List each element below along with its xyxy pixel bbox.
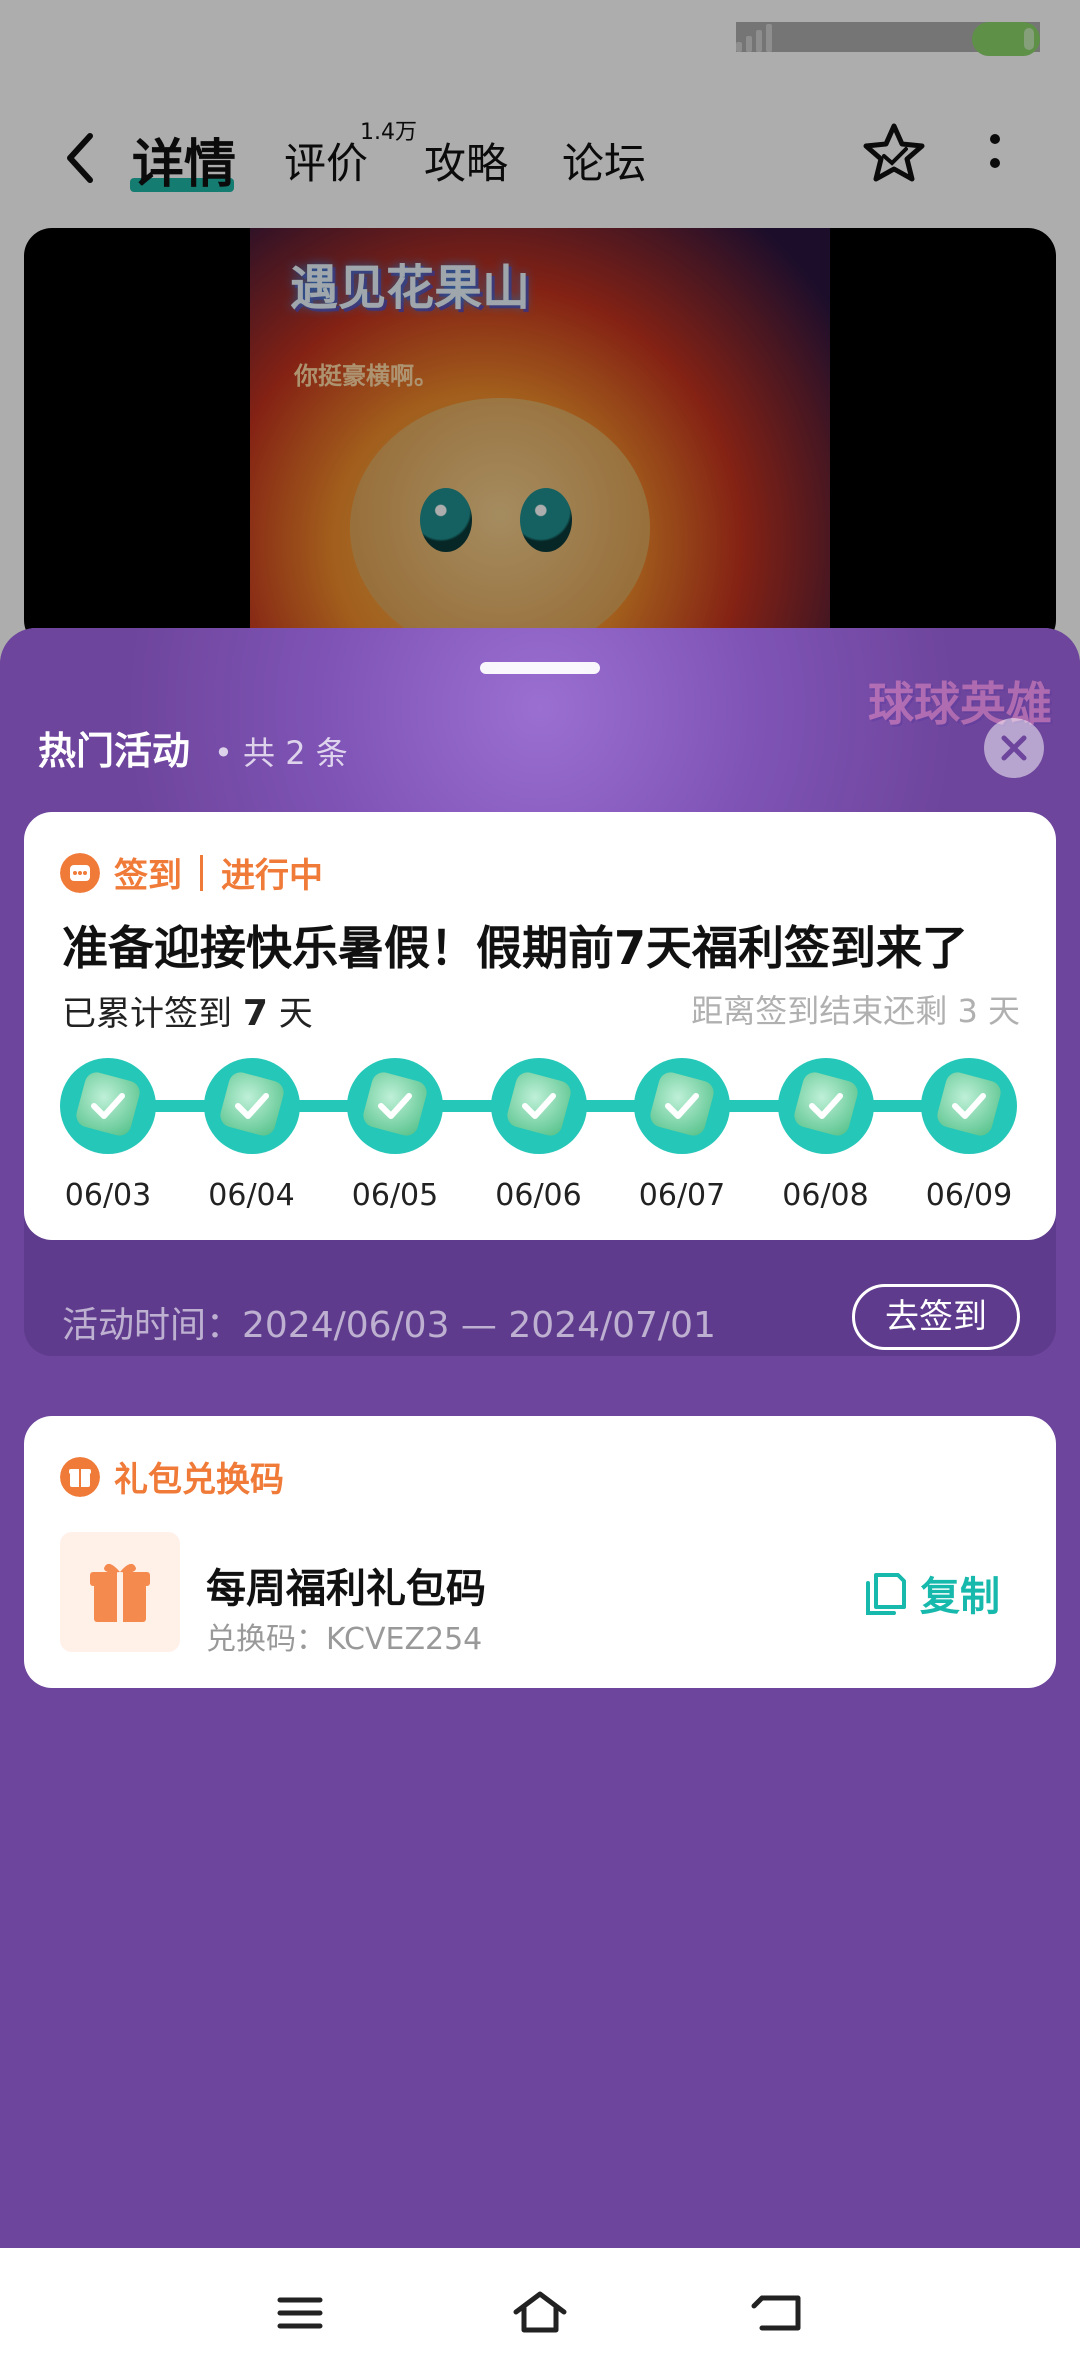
system-nav-bar	[0, 2248, 1080, 2376]
checkin-day-date: 06/05	[351, 1178, 439, 1213]
sheet-count: • 共 2 条	[214, 734, 348, 772]
gift-code: 兑换码：KCVEZ254	[206, 1622, 483, 1657]
checkin-day: 06/06	[490, 1058, 587, 1213]
activities-sheet: 球球英雄 热门活动 • 共 2 条 活动时间：2024/06/03 — 2024…	[0, 628, 1080, 2248]
review-count-badge: 1.4万	[360, 120, 417, 145]
activity-time: 活动时间：2024/06/03 — 2024/07/01	[62, 1305, 716, 1346]
checkin-tag-icon	[60, 852, 100, 893]
checkmark-icon	[952, 1093, 986, 1119]
checkmark-icon	[378, 1093, 412, 1119]
gift-tag-icon	[60, 1456, 100, 1497]
checkin-day-reward-icon	[60, 1058, 156, 1154]
progress-days: 7	[242, 993, 268, 1034]
checkmark-icon	[808, 1093, 843, 1119]
video-caption: 你挺豪横啊。	[294, 362, 438, 390]
copy-label: 复制	[920, 1574, 1000, 1620]
tab-guides[interactable]: 攻略	[424, 130, 508, 191]
status-icons: HD 4G	[735, 22, 1040, 56]
checkin-day-reward-icon	[921, 1058, 1017, 1154]
checkmark-icon	[521, 1093, 556, 1119]
checkin-day-date: 06/04	[208, 1178, 295, 1213]
checkin-day-reward-icon	[777, 1058, 874, 1154]
favorite-star-icon[interactable]	[860, 120, 928, 188]
gift-code-card: 礼包兑换码 每周福利礼包码 兑换码：KCVEZ254 复制	[24, 1416, 1056, 1688]
checkin-day-date: 06/09	[925, 1178, 1013, 1213]
checkin-day: 06/05	[347, 1058, 443, 1213]
checkin-day: 06/04	[203, 1058, 300, 1213]
progress-prefix: 已累计签到	[62, 994, 232, 1034]
status-bar: 14:45 HD 4G	[0, 0, 1080, 84]
checkin-progress: 已累计签到 7 天	[62, 986, 313, 1035]
sheet-title: 热门活动	[38, 729, 191, 773]
home-icon[interactable]	[510, 2288, 570, 2338]
checkin-day-reward-icon	[347, 1058, 443, 1154]
progress-suffix: 天	[278, 994, 313, 1034]
checkin-day-reward-icon	[490, 1058, 587, 1154]
gift-name: 每周福利礼包码	[206, 1566, 486, 1612]
checkin-day: 06/07	[634, 1058, 730, 1213]
network-type-label: 4G	[808, 26, 842, 52]
battery-icon	[972, 22, 1040, 56]
gift-tag-label: 礼包兑换码	[114, 1460, 284, 1500]
video-frame: 遇见花果山 你挺豪横啊。	[250, 228, 830, 648]
checkin-day-reward-icon	[634, 1058, 730, 1154]
checkin-day-reward-icon	[203, 1058, 300, 1154]
activity-title: 准备迎接快乐暑假！假期前7天福利签到来了	[62, 921, 969, 975]
checkin-day-date: 06/06	[495, 1178, 582, 1213]
checkin-day: 06/09	[921, 1058, 1017, 1213]
tag-divider	[200, 854, 203, 891]
tab-forum[interactable]: 论坛	[562, 130, 646, 191]
checkin-card[interactable]: 签到 进行中 准备迎接快乐暑假！假期前7天福利签到来了 已累计签到 7 天 距离…	[24, 812, 1056, 1240]
tab-reviews[interactable]: 评价	[284, 130, 368, 191]
gift-box-icon	[60, 1532, 180, 1652]
checkin-day-date: 06/08	[782, 1178, 869, 1213]
tag-status: 进行中	[221, 856, 323, 896]
checkin-day-date: 06/03	[64, 1178, 152, 1213]
checkin-tag: 签到 进行中	[60, 848, 323, 897]
top-nav: 详情 评价 1.4万 攻略 论坛	[0, 100, 1080, 210]
more-menu-icon[interactable]	[985, 134, 1005, 178]
tag-type: 签到	[114, 856, 182, 896]
tab-details[interactable]: 详情	[132, 122, 236, 197]
gift-row	[60, 1532, 180, 1656]
remaining-days: 距离签到结束还剩 3 天	[691, 992, 1020, 1030]
game-title-art: 遇见花果山	[290, 260, 531, 316]
copy-icon	[866, 1573, 906, 1615]
checkin-day: 06/03	[60, 1058, 156, 1213]
gift-tag: 礼包兑换码	[60, 1452, 284, 1501]
checkmark-icon	[234, 1093, 269, 1119]
menu-icon[interactable]	[270, 2288, 330, 2338]
checkin-button[interactable]: 去签到	[852, 1284, 1020, 1350]
signal-icon	[860, 24, 896, 54]
video-player[interactable]: 遇见花果山 你挺豪横啊。	[24, 228, 1056, 648]
checkmark-icon	[665, 1093, 699, 1119]
hd-icon: HD	[735, 22, 791, 56]
drag-handle[interactable]	[480, 662, 600, 674]
close-icon[interactable]	[984, 718, 1044, 778]
copy-button[interactable]: 复制	[864, 1564, 1000, 1622]
checkmark-icon	[91, 1093, 125, 1119]
back-icon[interactable]	[750, 2288, 810, 2338]
character-art	[350, 398, 650, 648]
back-arrow-icon[interactable]	[56, 128, 106, 188]
checkin-day-date: 06/07	[638, 1178, 726, 1213]
status-time: 14:45	[60, 18, 181, 62]
wifi-icon	[914, 24, 954, 55]
checkin-day: 06/08	[777, 1058, 874, 1213]
